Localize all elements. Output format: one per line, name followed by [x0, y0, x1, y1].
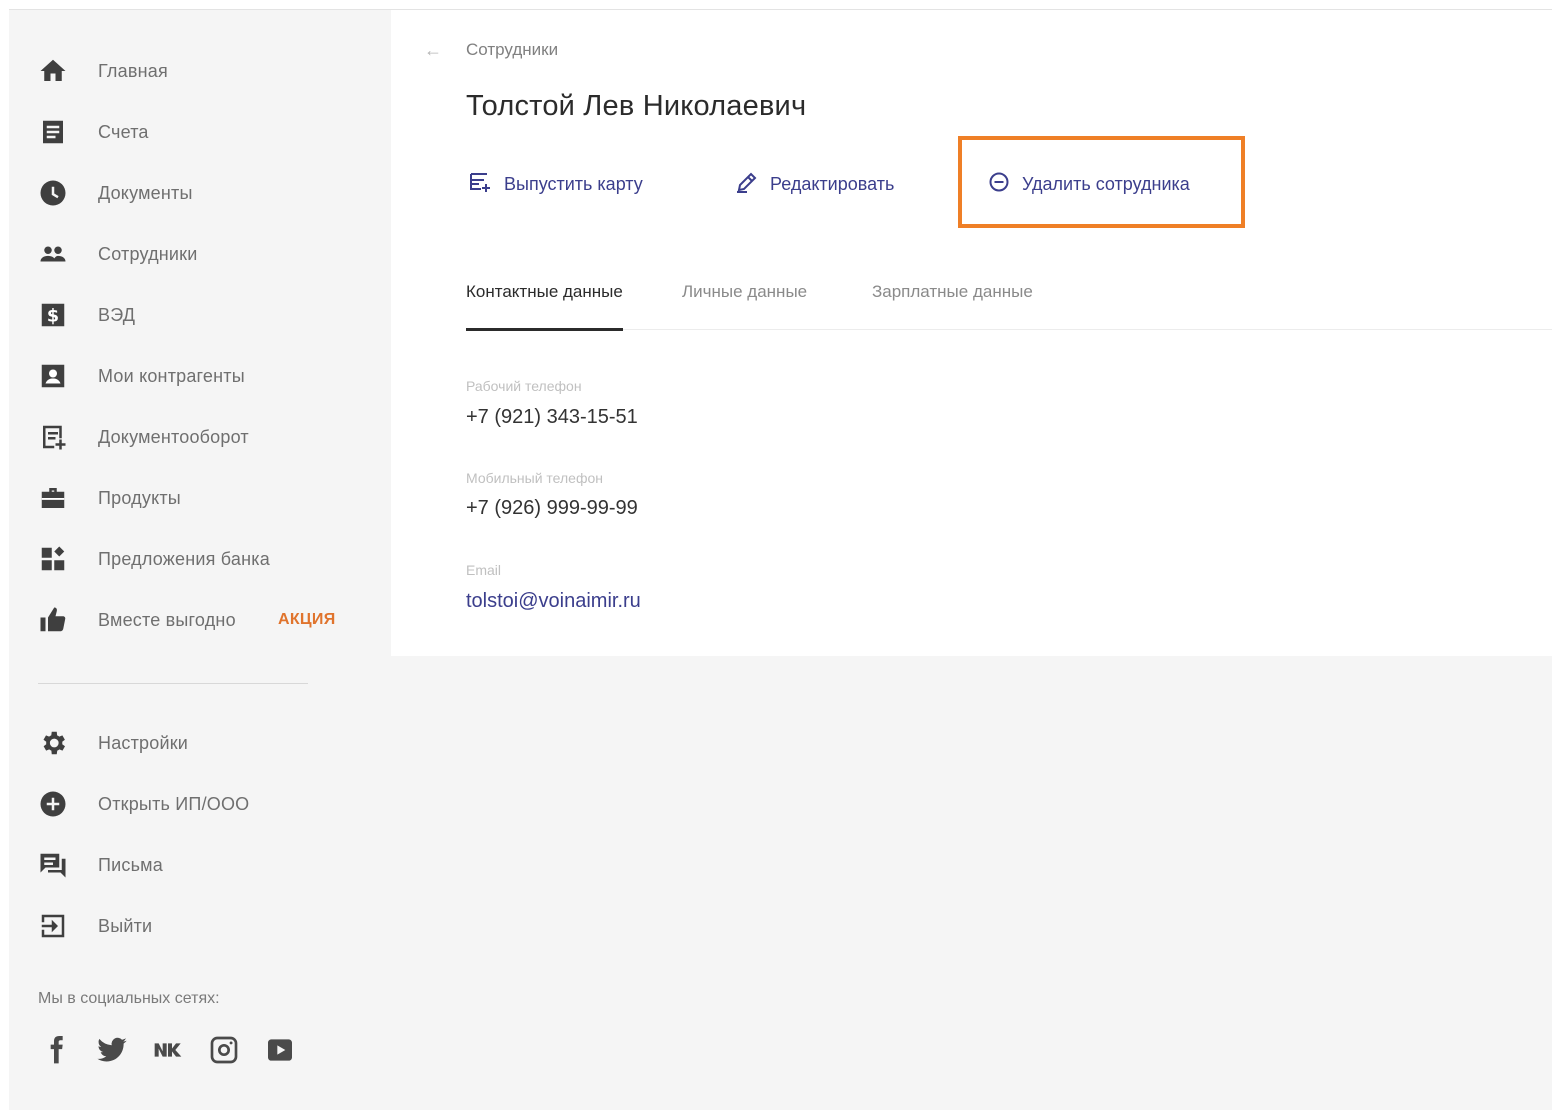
sidebar-divider	[38, 683, 308, 684]
sidebar-item-together[interactable]: Вместе выгодно АКЦИЯ	[37, 602, 367, 638]
sidebar-item-logout[interactable]: Выйти	[37, 908, 367, 944]
document-icon	[37, 116, 69, 148]
sidebar: Главная Счета Документы Сотрудники $ ВЭД	[9, 10, 391, 1110]
gear-icon	[37, 727, 69, 759]
sidebar-item-open-company[interactable]: Открыть ИП/ООО	[37, 786, 367, 822]
delete-employee-label: Удалить сотрудника	[1022, 173, 1190, 194]
briefcase-icon	[37, 482, 69, 514]
sidebar-item-label: Документы	[98, 182, 193, 203]
facebook-icon[interactable]	[38, 1032, 74, 1068]
sidebar-item-label: Вместе выгодно	[98, 609, 236, 630]
sidebar-item-label: Открыть ИП/ООО	[98, 793, 250, 814]
thumbs-up-icon	[37, 604, 69, 636]
plus-circle-icon	[37, 788, 69, 820]
sidebar-item-ved[interactable]: $ ВЭД	[37, 297, 367, 333]
sidebar-item-label: Сотрудники	[98, 243, 198, 264]
clock-icon	[37, 177, 69, 209]
sidebar-item-label: Настройки	[98, 732, 189, 753]
sidebar-item-docflow[interactable]: Документооборот	[37, 419, 367, 455]
mobile-phone-value: +7 (926) 999-99-99	[466, 497, 638, 519]
people-icon	[37, 238, 69, 270]
promo-badge: АКЦИЯ	[278, 611, 336, 628]
minus-circle-icon	[986, 169, 1012, 200]
offers-icon	[37, 543, 69, 575]
email-label: Email	[466, 562, 502, 578]
sidebar-item-products[interactable]: Продукты	[37, 480, 367, 516]
edit-label: Редактировать	[770, 173, 895, 194]
home-icon	[37, 55, 69, 87]
mobile-phone-label: Мобильный телефон	[466, 470, 603, 486]
card-add-icon	[468, 169, 494, 200]
sidebar-item-label: Письма	[98, 854, 163, 875]
sidebar-item-label: Продукты	[98, 487, 181, 508]
logout-icon	[37, 910, 69, 942]
email-link[interactable]: tolstoi@voinaimir.ru	[466, 590, 641, 613]
breadcrumb[interactable]: Сотрудники	[466, 40, 558, 60]
sidebar-item-label: ВЭД	[98, 304, 136, 325]
sidebar-item-label: Документооборот	[98, 426, 249, 447]
delete-employee-button[interactable]: Удалить сотрудника	[986, 168, 1190, 200]
issue-card-button[interactable]: Выпустить карту	[468, 168, 643, 200]
social-caption: Мы в социальных сетях:	[38, 990, 220, 1007]
sidebar-item-label: Мои контрагенты	[98, 365, 245, 386]
pencil-icon	[734, 169, 760, 200]
instagram-icon[interactable]	[206, 1032, 242, 1068]
social-links	[38, 1032, 318, 1068]
twitter-icon[interactable]	[94, 1032, 130, 1068]
sidebar-item-label: Счета	[98, 121, 149, 142]
issue-card-label: Выпустить карту	[504, 173, 643, 194]
sidebar-item-documents[interactable]: Документы	[37, 175, 367, 211]
work-phone-value: +7 (921) 343-15-51	[466, 406, 638, 428]
app-frame: Главная Счета Документы Сотрудники $ ВЭД	[9, 9, 1552, 1110]
sidebar-item-label: Выйти	[98, 915, 153, 936]
sidebar-item-home[interactable]: Главная	[37, 53, 367, 89]
sidebar-item-settings[interactable]: Настройки	[37, 725, 367, 761]
page-title: Толстой Лев Николаевич	[466, 90, 807, 122]
tab-salary[interactable]: Зарплатные данные	[872, 278, 1033, 330]
back-arrow-icon[interactable]: ←	[424, 40, 442, 61]
dollar-icon: $	[37, 299, 69, 331]
vk-icon[interactable]	[150, 1032, 186, 1068]
sidebar-item-messages[interactable]: Письма	[37, 847, 367, 883]
sidebar-item-employees[interactable]: Сотрудники	[37, 236, 367, 272]
tab-bar: Контактные данные Личные данные Зарплатн…	[466, 278, 1552, 331]
main-panel: ← Сотрудники Толстой Лев Николаевич Выпу…	[391, 10, 1552, 656]
tab-contact[interactable]: Контактные данные	[466, 278, 623, 331]
sidebar-item-label: Главная	[98, 60, 168, 81]
edit-button[interactable]: Редактировать	[734, 168, 894, 200]
messages-icon	[37, 849, 69, 881]
doc-flow-icon	[37, 421, 69, 453]
sidebar-item-accounts[interactable]: Счета	[37, 114, 367, 150]
sidebar-item-offers[interactable]: Предложения банка	[37, 541, 367, 577]
svg-text:$: $	[47, 306, 59, 326]
sidebar-item-label: Предложения банка	[98, 548, 270, 569]
work-phone-label: Рабочий телефон	[466, 378, 582, 394]
youtube-icon[interactable]	[262, 1032, 298, 1068]
sidebar-item-contractors[interactable]: Мои контрагенты	[37, 358, 367, 394]
contact-icon	[37, 360, 69, 392]
tab-personal[interactable]: Личные данные	[682, 278, 807, 330]
